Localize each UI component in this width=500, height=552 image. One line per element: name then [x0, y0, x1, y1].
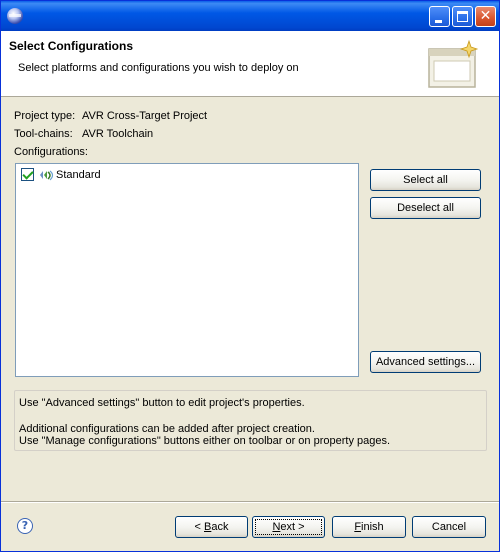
next-button-focus: Next >: [255, 519, 322, 535]
page-title: Select Configurations: [9, 39, 134, 53]
close-button[interactable]: ✕: [475, 6, 496, 27]
project-type-label: Project type:: [14, 110, 76, 122]
next-button[interactable]: Next >: [252, 516, 325, 538]
dialog-window: ✕ Select Configurations Select platforms…: [0, 0, 500, 552]
project-type-value: AVR Cross-Target Project: [82, 110, 208, 122]
minimize-icon: [435, 20, 442, 23]
toolchains-value: AVR Toolchain: [82, 128, 154, 140]
back-button-prefix: <: [194, 521, 204, 533]
next-button-label: ext >: [280, 521, 305, 533]
list-item[interactable]: Standard: [21, 167, 101, 182]
page-description: Select platforms and configurations you …: [18, 62, 299, 74]
maximize-icon: [457, 11, 468, 22]
finish-button[interactable]: Finish: [332, 516, 406, 538]
title-bar[interactable]: ✕: [1, 1, 499, 31]
info-text-3: Use "Manage configurations" buttons eith…: [19, 435, 391, 447]
list-item-label: Standard: [56, 168, 101, 181]
wizard-banner: Select Configurations Select platforms a…: [1, 31, 499, 97]
minimize-button[interactable]: [429, 6, 450, 27]
wizard-banner-icon: [428, 39, 479, 88]
configurations-label: Configurations:: [14, 146, 88, 158]
cancel-button[interactable]: Cancel: [412, 516, 486, 538]
footer-separator: [1, 501, 499, 503]
info-panel: Use "Advanced settings" button to edit p…: [14, 390, 487, 451]
back-button-label: ack: [211, 521, 229, 533]
finish-button-label: inish: [361, 521, 384, 533]
toolchains-label: Tool-chains:: [14, 128, 73, 140]
maximize-button[interactable]: [452, 6, 473, 27]
eclipse-icon: [7, 8, 23, 24]
back-button[interactable]: < Back: [175, 516, 248, 538]
help-icon[interactable]: ?: [17, 518, 33, 534]
info-text-1: Use "Advanced settings" button to edit p…: [19, 397, 305, 409]
info-text-2: Additional configurations can be added a…: [19, 423, 315, 435]
configuration-icon: [40, 170, 54, 180]
advanced-settings-button[interactable]: Advanced settings...: [370, 351, 481, 373]
standard-checkbox[interactable]: [21, 168, 34, 181]
select-all-button[interactable]: Select all: [370, 169, 481, 191]
deselect-all-button[interactable]: Deselect all: [370, 197, 481, 219]
configurations-list[interactable]: Standard: [15, 163, 359, 377]
close-icon: ✕: [479, 8, 492, 24]
